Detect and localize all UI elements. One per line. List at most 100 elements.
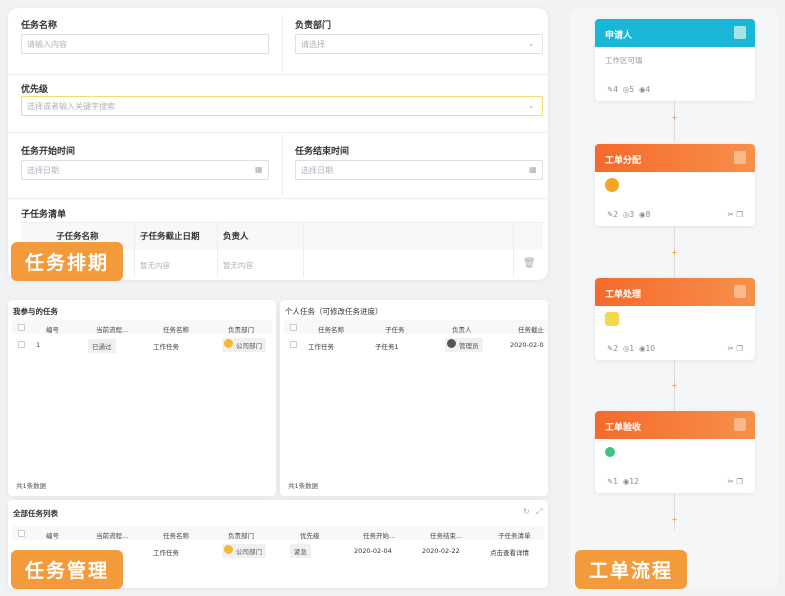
empty-owner: 暂无内容 [223, 261, 253, 270]
scissors-icon[interactable]: ✂ [728, 477, 734, 486]
col-deadline: 任务截止 [518, 326, 544, 334]
col-status: 当前流程... [96, 326, 129, 334]
flow-node-applicant[interactable]: 申请人 工作区可填 ✎4 ◎5 ◉4 [595, 19, 755, 101]
refresh-icon[interactable]: ↻ [523, 507, 530, 516]
priority-select[interactable]: 选择或者输入关键字搜索 [21, 96, 543, 116]
row-task-name: 工作任务 [308, 343, 334, 351]
node-title: 工单分配 [605, 156, 642, 166]
col-end: 任务结束... [430, 532, 463, 540]
col-owner: 负责人 [452, 326, 472, 334]
all-tasks-title: 全部任务列表 [13, 509, 58, 518]
dept-select[interactable]: 请选择 [295, 34, 543, 54]
row-task-name: 工作任务 [153, 343, 179, 351]
add-node-button[interactable]: + [670, 515, 679, 524]
col-id: 编号 [46, 532, 59, 540]
calendar-icon: ▦ [255, 165, 263, 174]
col-id: 编号 [46, 326, 59, 334]
manage-badge: 任务管理 [11, 550, 124, 589]
personal-tasks-title: 个人任务（可修改任务进度） [285, 307, 383, 316]
scissors-icon[interactable]: ✂ [728, 344, 734, 353]
avatar [447, 339, 456, 348]
start-time-label: 任务开始时间 [21, 147, 76, 157]
copy-icon[interactable]: ❐ [736, 477, 743, 486]
row-subtask: 子任务1 [375, 343, 399, 351]
calendar-icon: ▦ [529, 165, 537, 174]
col-priority: 优先级 [300, 532, 320, 540]
my-tasks-card: 我参与的任务 编号 当前流程... 任务名称 负责部门 1 已通过 工作任务 公… [8, 300, 276, 496]
row-end: 2020-02-22 [422, 547, 460, 555]
chevron-down-icon: ⌄ [528, 39, 535, 48]
col-task-name: 任务名称 [163, 326, 189, 334]
copy-icon[interactable]: ❐ [736, 210, 743, 219]
leaf-icon [605, 447, 615, 457]
priority-label: 优先级 [21, 85, 49, 95]
node-stats: ✎2 ◎3 ◉8 [607, 210, 651, 219]
col-task-name: 任务名称 [318, 326, 344, 334]
subtask-label: 子任务清单 [21, 210, 67, 220]
start-date-input[interactable]: 选择日期 [21, 160, 269, 180]
node-stats: ✎4 ◎5 ◉4 [607, 85, 651, 94]
row-detail-link[interactable]: 点击查看详情 [490, 547, 529, 557]
row-deadline: 2020-02-0 [510, 341, 544, 349]
row-task-name: 工作任务 [153, 549, 179, 557]
node-actions[interactable]: ✂ ❐ [728, 344, 743, 353]
row-checkbox[interactable] [18, 341, 25, 348]
node-stats: ✎1 ◉12 [607, 477, 639, 486]
priority-tag: 紧急 [290, 544, 311, 558]
col-start: 任务开始... [363, 532, 396, 540]
flow-badge: 工单流程 [575, 550, 688, 589]
tiger-icon [605, 178, 619, 192]
node-title: 工单验收 [605, 423, 642, 433]
user-icon [734, 285, 746, 298]
schedule-badge: 任务排期 [11, 242, 124, 281]
select-all-checkbox[interactable] [18, 324, 25, 331]
node-stats: ✎2 ◎1 ◉10 [607, 344, 656, 353]
col-dept: 负责部门 [228, 326, 254, 334]
user-icon [734, 151, 746, 164]
node-subtitle: 工作区可填 [605, 56, 643, 65]
col-status: 当前流程... [96, 532, 129, 540]
status-badge: 已通过 [88, 339, 116, 353]
expand-icon[interactable]: ⤢ [536, 507, 542, 517]
col-dept: 负责部门 [228, 532, 254, 540]
subtask-col-owner: 负责人 [223, 232, 249, 242]
col-subtask: 子任务 [385, 326, 405, 334]
row-id: 1 [36, 341, 41, 349]
task-name-label: 任务名称 [21, 21, 58, 31]
row-start: 2020-02-04 [354, 547, 392, 555]
col-task-name: 任务名称 [163, 532, 189, 540]
subtask-col-deadline: 子任务截止日期 [140, 232, 200, 242]
node-title: 申请人 [605, 31, 633, 41]
personal-tasks-card: 个人任务（可修改任务进度） 任务名称 子任务 负责人 任务截止 工作任务 子任务… [280, 300, 548, 496]
scissors-icon[interactable]: ✂ [728, 210, 734, 219]
select-all-checkbox[interactable] [290, 324, 297, 331]
add-node-button[interactable]: + [670, 248, 679, 257]
form-icon [734, 26, 746, 39]
end-date-input[interactable]: 选择日期 [295, 160, 543, 180]
select-all-checkbox[interactable] [18, 530, 25, 537]
task-name-input[interactable]: 请输入内容 [21, 34, 269, 54]
node-actions[interactable]: ✂ ❐ [728, 210, 743, 219]
flow-node-process[interactable]: 工单处理 ✎2 ◎1 ◉10 ✂ ❐ [595, 278, 755, 360]
add-node-button[interactable]: + [670, 381, 679, 390]
schedule-form-card: 任务名称 请输入内容 负责部门 请选择 ⌄ 优先级 选择或者输入关键字搜索 ⌄ … [8, 8, 548, 280]
trash-icon[interactable]: 🗑 [523, 258, 536, 269]
row-checkbox[interactable] [290, 341, 297, 348]
node-title: 工单处理 [605, 290, 642, 300]
copy-icon[interactable]: ❐ [736, 344, 743, 353]
subtask-col-name: 子任务名称 [56, 232, 99, 242]
flow-node-assign[interactable]: 工单分配 ✎2 ◎3 ◉8 ✂ ❐ [595, 144, 755, 226]
end-time-label: 任务结束时间 [295, 147, 350, 157]
my-tasks-title: 我参与的任务 [13, 307, 58, 316]
add-node-button[interactable]: + [670, 113, 679, 122]
chevron-down-icon: ⌄ [528, 101, 535, 110]
dept-label: 负责部门 [295, 21, 332, 31]
col-subtasks: 子任务清单 [498, 532, 531, 540]
flow-node-accept[interactable]: 工单验收 ✎1 ◉12 ✂ ❐ [595, 411, 755, 493]
personal-tasks-footer: 共1条数据 [288, 482, 319, 490]
my-tasks-footer: 共1条数据 [16, 482, 47, 490]
empty-deadline: 暂无内容 [140, 261, 170, 270]
crown-icon [605, 312, 619, 326]
node-actions[interactable]: ✂ ❐ [728, 477, 743, 486]
user-icon [734, 418, 746, 431]
